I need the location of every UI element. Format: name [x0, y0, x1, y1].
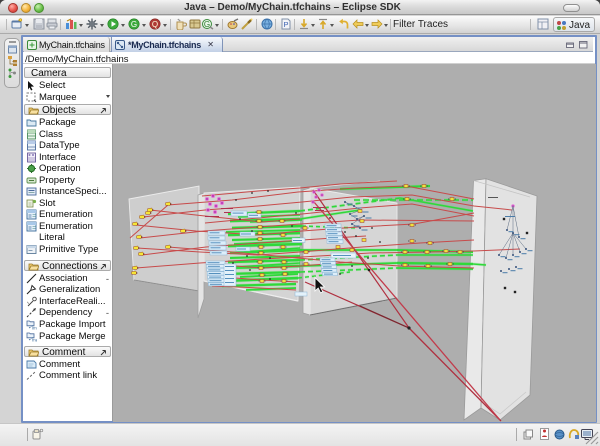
svg-text:G: G [204, 20, 210, 29]
svg-text:Q: Q [152, 20, 158, 29]
svg-text:G: G [131, 20, 137, 29]
svg-text:im: im [32, 326, 37, 331]
svg-text:P: P [283, 20, 288, 29]
svg-text:me: me [32, 338, 37, 343]
